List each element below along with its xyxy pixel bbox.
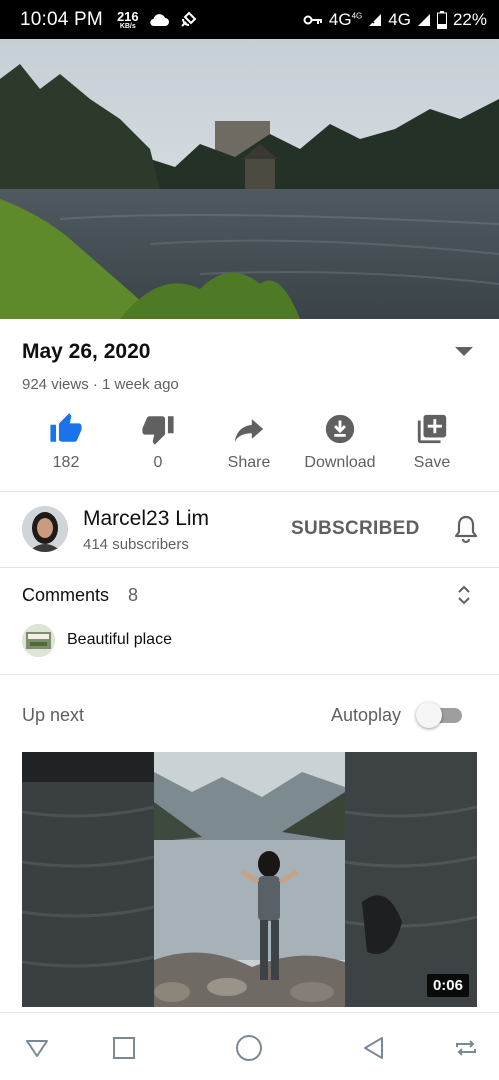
subscriber-count: 414 subscribers — [83, 536, 189, 553]
channel-name[interactable]: Marcel23 Lim — [83, 507, 209, 531]
cloud-icon — [149, 13, 169, 26]
autoplay-label: Autoplay — [331, 705, 402, 725]
divider — [0, 491, 499, 492]
share-button[interactable]: Share — [204, 412, 294, 472]
nav-down-button[interactable] — [22, 1033, 52, 1063]
comments-title[interactable]: Comments — [22, 585, 109, 606]
battery-icon — [436, 10, 447, 29]
status-bar: 10:04 PM 216 KB/s 4G4G 4G 22% — [0, 0, 499, 39]
network-speed: 216 KB/s — [117, 10, 139, 30]
network-type-1: 4G4G — [328, 9, 363, 29]
autoplay-toggle-knob — [416, 702, 442, 728]
action-bar: 182 0 Share Download Save — [0, 412, 499, 478]
network-speed-unit: KB/s — [119, 22, 136, 30]
nav-back-button[interactable] — [358, 1033, 388, 1063]
share-icon — [232, 412, 266, 446]
download-icon — [323, 412, 357, 446]
nav-recents-icon — [113, 1037, 135, 1059]
divider — [0, 674, 499, 675]
video-title: May 26, 2020 — [22, 340, 151, 363]
satellite-icon — [180, 11, 197, 27]
nav-rotate-button[interactable] — [451, 1033, 481, 1063]
share-label: Share — [227, 454, 271, 471]
nav-back-triangle-icon — [364, 1037, 383, 1059]
dislike-count: 0 — [153, 454, 163, 471]
nav-rotate-icon — [456, 1040, 476, 1056]
views-line: 924 views · 1 week ago — [22, 376, 179, 393]
expand-icon[interactable] — [453, 344, 475, 358]
dislike-button[interactable]: 0 — [113, 412, 203, 472]
comment-avatar — [22, 624, 55, 657]
dislike-icon — [141, 412, 175, 446]
vpn-key-icon — [303, 15, 322, 24]
network-type-2: 4G — [388, 9, 411, 29]
nav-home-button[interactable] — [234, 1033, 264, 1063]
nav-recents-button[interactable] — [109, 1033, 139, 1063]
autoplay-toggle[interactable] — [416, 702, 464, 728]
subscribe-button[interactable]: SUBSCRIBED — [291, 518, 420, 540]
battery-percent: 22% — [452, 9, 487, 29]
signal-icon — [417, 13, 430, 26]
video-frame — [0, 39, 499, 319]
download-label: Download — [304, 454, 376, 471]
channel-avatar[interactable] — [22, 506, 68, 552]
nav-back-icon — [26, 1040, 48, 1057]
unfold-icon[interactable] — [456, 583, 472, 607]
save-icon — [415, 412, 449, 446]
bell-icon[interactable] — [453, 514, 479, 544]
up-next-label: Up next — [22, 705, 85, 725]
network-speed-value: 216 — [116, 8, 139, 24]
like-button[interactable]: 182 — [21, 412, 111, 472]
thumbnail-image — [22, 752, 477, 1007]
system-nav-bar — [0, 1012, 499, 1080]
save-button[interactable]: Save — [387, 412, 477, 472]
nav-home-icon — [236, 1035, 262, 1061]
download-button[interactable]: Download — [295, 412, 385, 472]
divider — [0, 567, 499, 568]
like-count: 182 — [52, 454, 80, 471]
up-next-thumbnail[interactable]: 0:06 — [22, 752, 477, 1007]
like-icon — [49, 412, 83, 446]
status-time: 10:04 PM — [20, 8, 103, 30]
video-duration: 0:06 — [426, 974, 469, 997]
video-player[interactable] — [0, 39, 499, 319]
signal-x-icon — [369, 13, 382, 26]
save-label: Save — [413, 454, 451, 471]
comments-count: 8 — [128, 585, 139, 605]
top-comment: Beautiful place — [67, 631, 172, 648]
